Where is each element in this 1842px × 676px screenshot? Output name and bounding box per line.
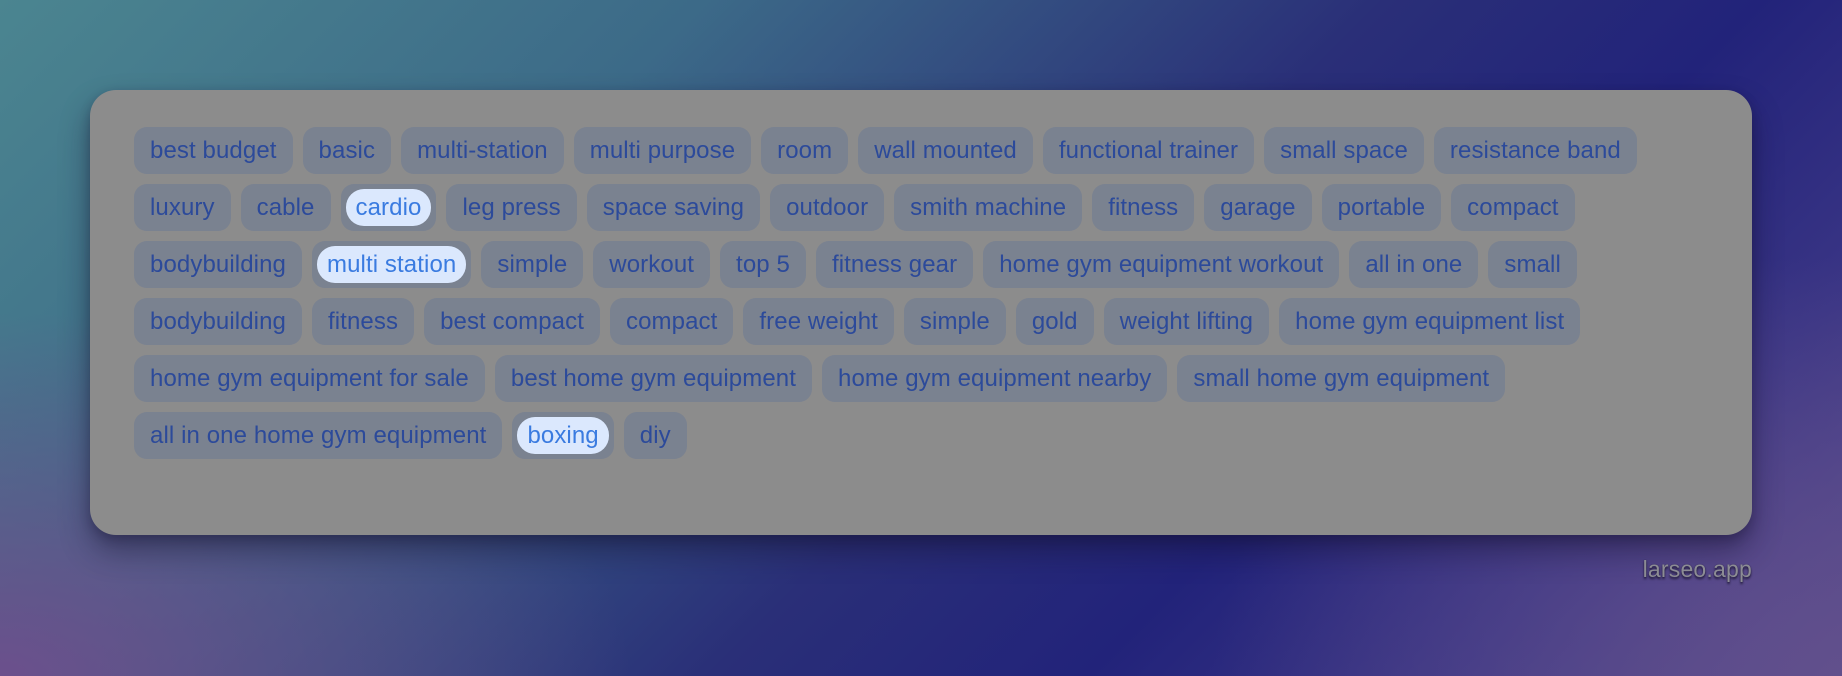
tag[interactable]: cable <box>240 184 331 231</box>
tag[interactable]: multi-station <box>401 127 564 174</box>
tag[interactable]: functional trainer <box>1042 127 1255 174</box>
tag[interactable]: all in one home gym equipment <box>134 412 503 459</box>
tag-list: best budget basic multi-station multi purpo… <box>134 127 1708 459</box>
tag-selected[interactable]: cardio <box>340 184 437 231</box>
tag[interactable]: top 5 <box>720 241 806 288</box>
tag[interactable]: home gym equipment for sale <box>134 355 485 402</box>
tag[interactable]: resistance band <box>1433 127 1637 174</box>
tag[interactable]: leg press <box>446 184 577 231</box>
tag[interactable]: garage <box>1204 184 1312 231</box>
tag[interactable]: free weight <box>743 298 894 345</box>
tag[interactable]: all in one <box>1349 241 1479 288</box>
tag[interactable]: compact <box>610 298 734 345</box>
tag[interactable]: basic <box>302 127 392 174</box>
tag[interactable]: small <box>1488 241 1577 288</box>
brand-watermark: larseo.app <box>1642 556 1752 582</box>
tag[interactable]: home gym equipment workout <box>983 241 1340 288</box>
tag[interactable]: small space <box>1264 127 1424 174</box>
tag[interactable]: space saving <box>586 184 761 231</box>
tag[interactable]: luxury <box>134 184 231 231</box>
tag-selected[interactable]: boxing <box>512 412 614 459</box>
tag[interactable]: simple <box>481 241 584 288</box>
tag[interactable]: fitness <box>311 298 415 345</box>
tag[interactable]: small home gym equipment <box>1177 355 1506 402</box>
tag[interactable]: best budget <box>134 127 293 174</box>
tag[interactable]: bodybuilding <box>134 241 302 288</box>
tag[interactable]: outdoor <box>770 184 885 231</box>
tag-selected[interactable]: multi station <box>311 241 472 288</box>
tag[interactable]: bodybuilding <box>134 298 302 345</box>
tag[interactable]: diy <box>623 412 687 459</box>
tag[interactable]: best home gym equipment <box>494 355 812 402</box>
tag[interactable]: workout <box>593 241 711 288</box>
keyword-tags-card: best budget basic multi-station multi purpo… <box>90 90 1752 535</box>
tag[interactable]: home gym equipment list <box>1279 298 1581 345</box>
tag[interactable]: room <box>761 127 849 174</box>
tag[interactable]: home gym equipment nearby <box>822 355 1168 402</box>
tag[interactable]: smith machine <box>894 184 1083 231</box>
tag[interactable]: wall mounted <box>858 127 1033 174</box>
tag[interactable]: fitness <box>1092 184 1195 231</box>
tag[interactable]: best compact <box>424 298 600 345</box>
tag[interactable]: multi purpose <box>573 127 752 174</box>
tag[interactable]: fitness gear <box>815 241 974 288</box>
tag[interactable]: weight lifting <box>1103 298 1270 345</box>
tag[interactable]: simple <box>903 298 1006 345</box>
tag[interactable]: portable <box>1321 184 1442 231</box>
tag[interactable]: compact <box>1451 184 1575 231</box>
tag[interactable]: gold <box>1015 298 1094 345</box>
tag-label: multi station <box>316 246 467 283</box>
tag-label: boxing <box>517 417 609 454</box>
tag-label: cardio <box>345 189 432 226</box>
